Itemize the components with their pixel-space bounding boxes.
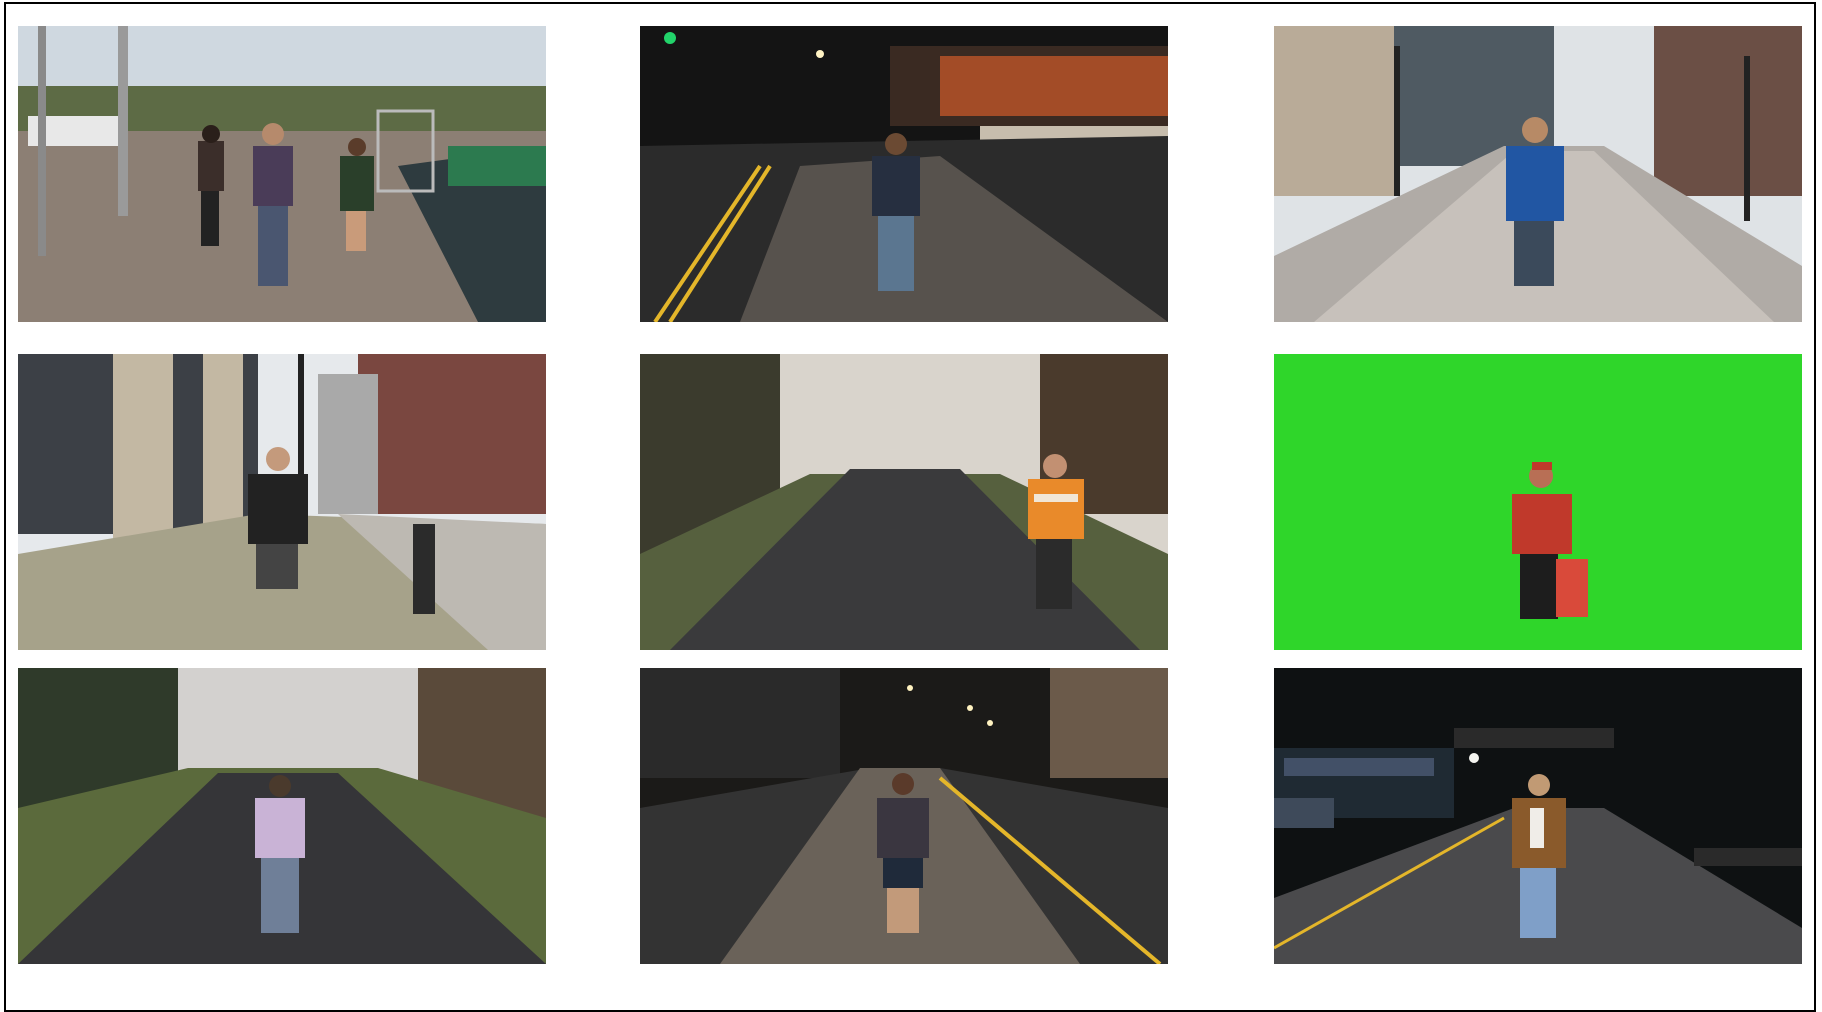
scene-tile-night-street-streetlights: [640, 668, 1168, 964]
scene-tile-green-screen: [1274, 354, 1802, 650]
misty-road-illustration: [640, 354, 1168, 650]
waterfront-promenade-illustration: [18, 26, 546, 322]
scene-tile-night-street-orange-glow: [640, 26, 1168, 322]
scene-tile-office-sidewalk: [18, 354, 546, 650]
scene-tile-misty-country-road: [640, 354, 1168, 650]
city-street-illustration: [1274, 26, 1802, 322]
office-sidewalk-illustration: [18, 354, 546, 650]
night-street-illustration: [640, 26, 1168, 322]
scene-tile-misty-country-road-wide: [18, 668, 546, 964]
night-underpass-illustration: [1274, 668, 1802, 964]
scene-tile-waterfront-promenade: [18, 26, 546, 322]
green-screen-illustration: [1274, 354, 1802, 650]
misty-road-wide-illustration: [18, 668, 546, 964]
scene-tile-night-road-underpass: [1274, 668, 1802, 964]
night-streetlights-illustration: [640, 668, 1168, 964]
scene-tile-city-street-paved: [1274, 26, 1802, 322]
